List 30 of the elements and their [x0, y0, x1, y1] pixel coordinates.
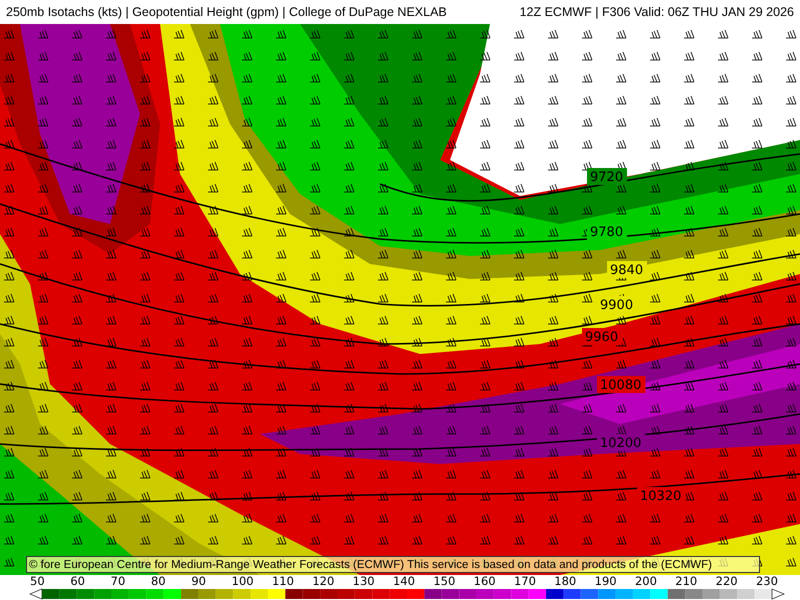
colorbar-label: 50	[30, 575, 45, 588]
colorbar-label: 70	[110, 575, 126, 588]
contour-label: 9720	[590, 170, 624, 185]
colorbar-label: 130	[352, 575, 375, 588]
colorbar-label: 220	[716, 575, 738, 588]
contour-label: 9780	[590, 225, 624, 240]
model-run-info: 12Z ECMWF | F306 Valid: 06Z THU JAN 29 2026	[520, 5, 794, 19]
colorbar-label: 90	[191, 575, 206, 588]
contour-label: 10080	[600, 378, 642, 393]
contour-label: 10200	[600, 436, 642, 451]
colorbar-label: 230	[756, 575, 778, 588]
colorbar-label: 100	[232, 575, 254, 588]
colorbar-label: 210	[675, 575, 698, 588]
attribution-text: © fore European Centre for Medium-Range Weather Forecasts (ECMWF) This service is based on data and products of the (ECMWF)	[26, 556, 760, 573]
contour-label: 9840	[610, 263, 644, 278]
colorbar-label: 180	[554, 575, 576, 588]
colorbar-label: 150	[433, 575, 456, 588]
contour-label: 9900	[600, 298, 634, 313]
contour-label: 10320	[640, 489, 682, 504]
contour-label: 9960	[585, 330, 618, 345]
colorbar-label: 140	[392, 575, 415, 588]
colorbar-label: 200	[634, 575, 657, 588]
colorbar-label: 110	[272, 575, 294, 588]
colorbar-label: 60	[70, 575, 85, 588]
colorbar-label: 160	[474, 575, 496, 588]
colorbar-label: 190	[594, 575, 617, 588]
colorbar-label: 120	[312, 575, 334, 588]
colorbar-label: 170	[514, 575, 536, 588]
chart-title: 250mb Isotachs (kts) | Geopotential Height (gpm) | College of DuPage NEXLAB	[6, 5, 447, 19]
colorbar-label: 80	[150, 575, 166, 588]
